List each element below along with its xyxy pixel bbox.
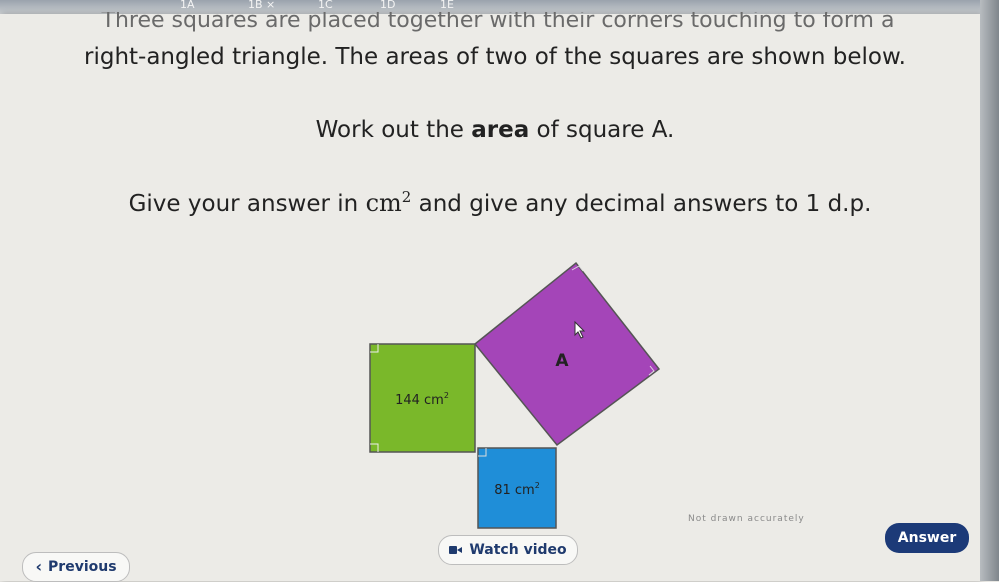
previous-button[interactable]: ‹ Previous — [22, 552, 130, 582]
tab-1a[interactable]: 1A — [180, 0, 195, 11]
label-81-power: 2 — [535, 481, 540, 490]
squares-diagram: A 144 cm2 81 cm2 — [360, 258, 670, 533]
question-line-1: Three squares are placed together with t… — [101, 12, 895, 33]
label-square-144: 144 cm2 — [395, 391, 449, 408]
tab-1d[interactable]: 1D — [380, 0, 395, 11]
watch-video-button-label: Watch video — [469, 542, 567, 558]
unit-cm-squared: cm2 — [365, 188, 412, 217]
label-144-value: 144 cm — [395, 393, 444, 408]
video-camera-icon — [449, 545, 463, 555]
watch-video-button[interactable]: Watch video — [438, 535, 578, 565]
question-line-2: right-angled triangle. The areas of two … — [84, 44, 906, 70]
label-square-a: A — [555, 351, 569, 371]
tab-1e[interactable]: 1E — [440, 0, 454, 11]
instruction-text-post: of square A. — [529, 117, 675, 143]
tab-1b[interactable]: 1B × — [248, 0, 275, 11]
chevron-left-icon: ‹ — [35, 557, 43, 576]
answer-button-label: Answer — [897, 530, 957, 546]
instruction-text-pre: Work out the — [315, 117, 472, 143]
unit-power: 2 — [401, 188, 412, 206]
format-text-post: and give any decimal answers to 1 d.p. — [411, 191, 872, 217]
previous-button-label: Previous — [48, 559, 117, 575]
label-144-power: 2 — [444, 391, 449, 400]
screen-edge — [980, 0, 999, 581]
label-square-81: 81 cm2 — [494, 481, 540, 498]
instruction-bold-word: area — [471, 117, 530, 143]
answer-button[interactable]: Answer — [885, 523, 969, 553]
label-81-value: 81 cm — [494, 483, 535, 498]
question-instruction: Work out the area of square A. — [0, 117, 990, 143]
squares-diagram-svg: A 144 cm2 81 cm2 — [369, 261, 661, 529]
format-text-pre: Give your answer in — [128, 191, 366, 217]
unit-cm: cm — [365, 189, 402, 217]
answer-format-instruction: Give your answer in cm2 and give any dec… — [20, 188, 980, 217]
not-drawn-accurately-note: Not drawn accurately — [688, 514, 805, 524]
tab-1c[interactable]: 1C — [318, 0, 333, 11]
